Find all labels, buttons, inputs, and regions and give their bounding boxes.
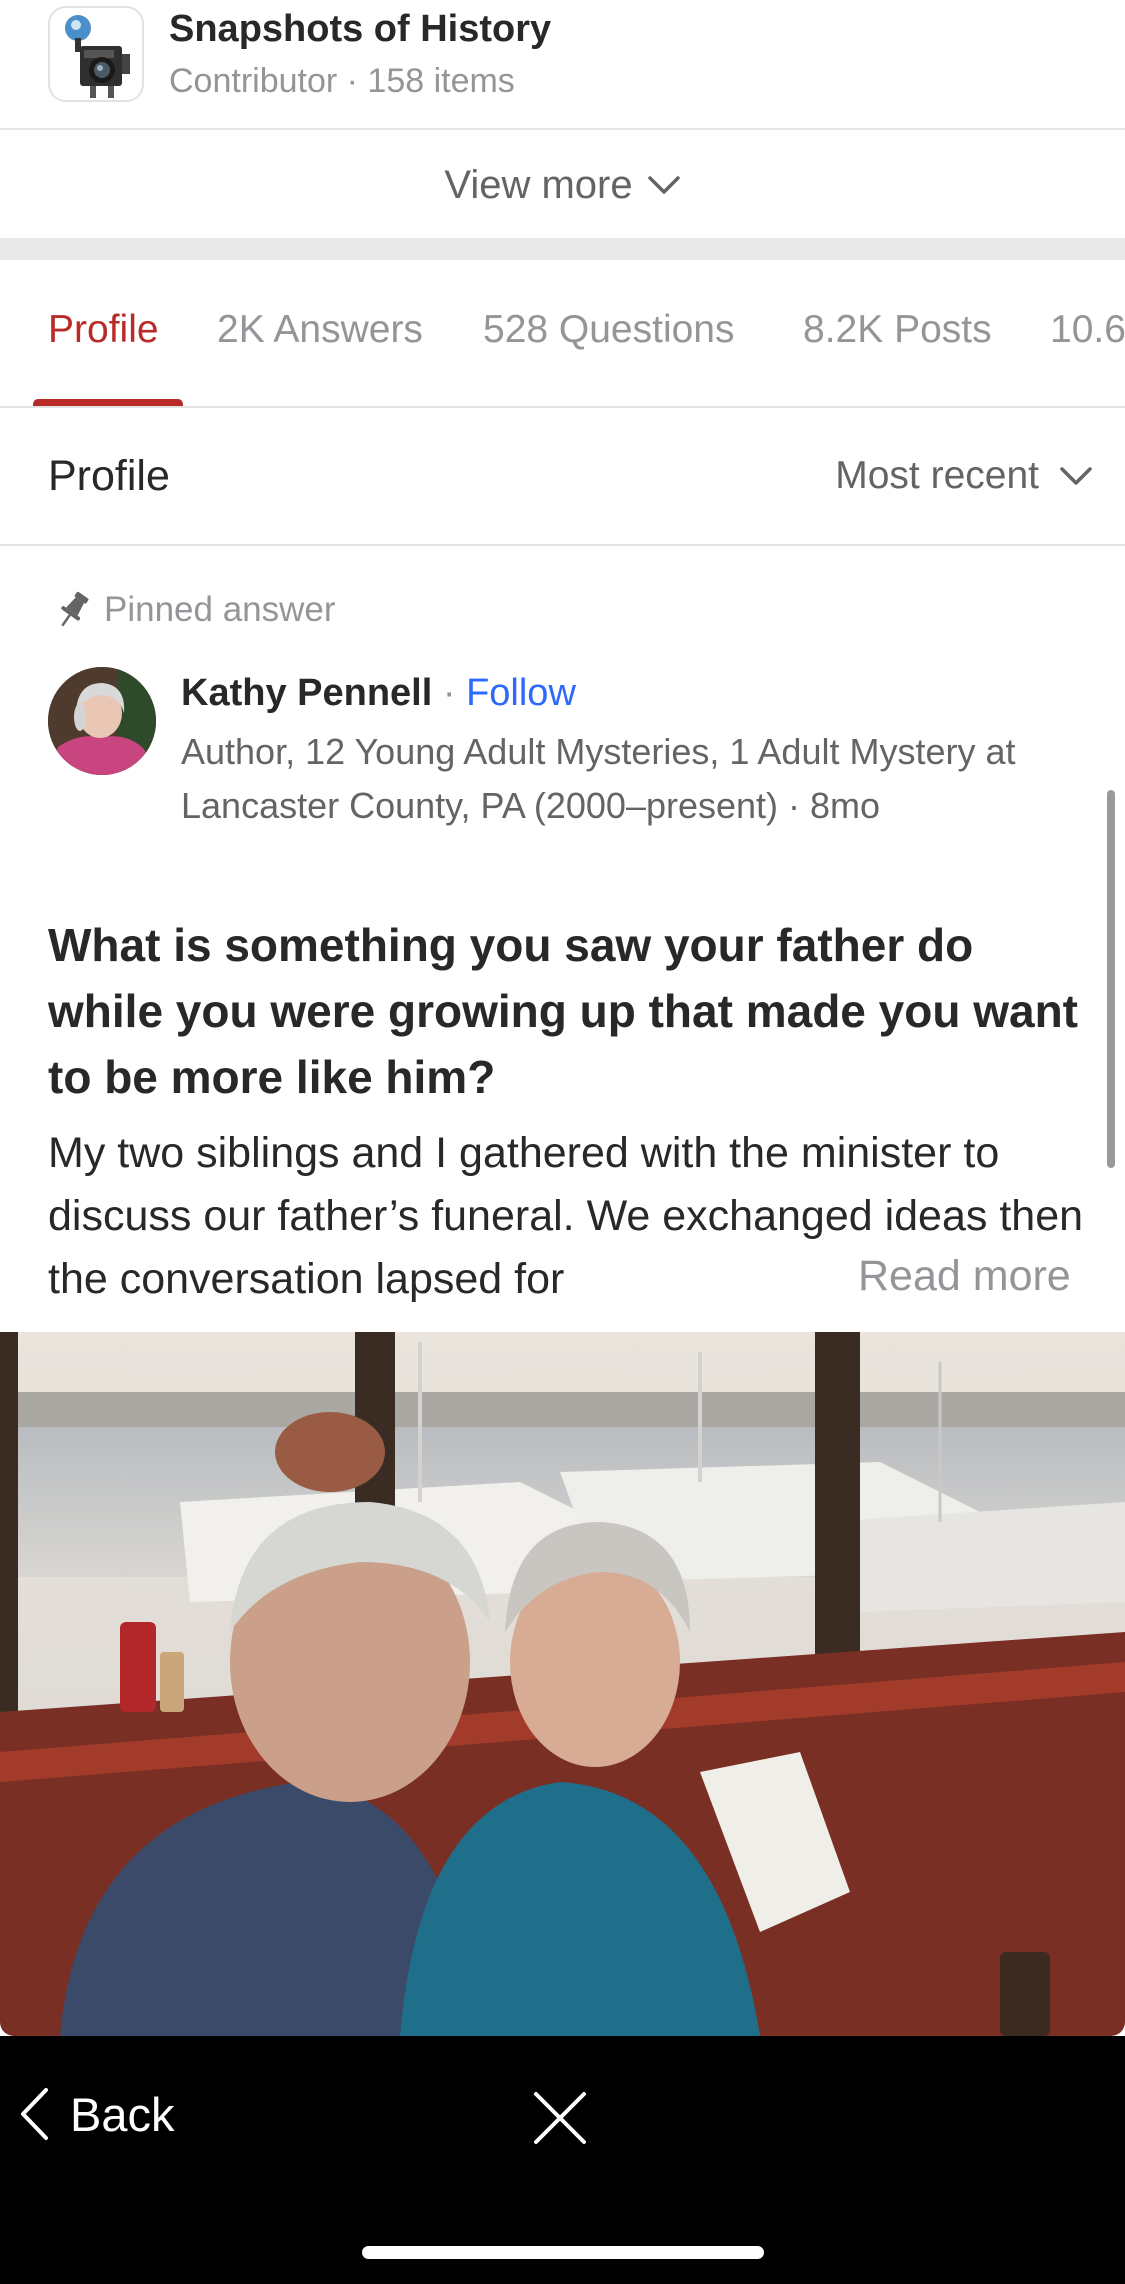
profile-section-header: Profile Most recent	[0, 408, 1125, 546]
scrollbar[interactable]	[1107, 790, 1115, 1168]
vintage-camera-icon	[48, 6, 144, 102]
tab-answers[interactable]: 2K Answers	[217, 308, 423, 352]
sort-dropdown[interactable]: Most recent	[835, 454, 1093, 498]
back-label: Back	[70, 2087, 175, 2141]
section-divider	[0, 238, 1125, 260]
pinned-text: Pinned answer	[104, 590, 336, 629]
chevron-left-icon	[21, 2088, 48, 2140]
author-line: Kathy Pennell · Follow	[181, 672, 576, 715]
chevron-down-icon	[1060, 467, 1092, 485]
question-title[interactable]: What is something you saw your father do…	[48, 912, 1088, 1110]
sort-label: Most recent	[835, 454, 1039, 497]
author-name[interactable]: Kathy Pennell	[181, 672, 432, 714]
pin-icon	[61, 591, 89, 627]
read-more-link[interactable]: Read more	[856, 1252, 1071, 1301]
profile-tabs: Profile 2K Answers 528 Questions 8.2K Po…	[0, 260, 1125, 408]
excerpt-fade	[745, 1250, 855, 1314]
answer-photo[interactable]	[0, 1332, 1125, 2036]
avatar[interactable]	[48, 667, 156, 775]
separator-dot: ·	[432, 672, 467, 714]
home-indicator[interactable]	[362, 2246, 764, 2259]
view-more-label: View more	[444, 162, 633, 207]
tab-posts[interactable]: 8.2K Posts	[803, 308, 992, 352]
space-title[interactable]: Snapshots of History	[169, 8, 551, 51]
chevron-down-icon	[647, 176, 680, 194]
close-button[interactable]	[532, 2090, 588, 2146]
section-title: Profile	[48, 452, 170, 500]
space-subtitle: Contributor · 158 items	[169, 62, 515, 100]
space-header[interactable]: Snapshots of History Contributor · 158 i…	[0, 0, 1125, 130]
bottom-toolbar: Back	[0, 2036, 1125, 2284]
back-button[interactable]: Back	[18, 2086, 175, 2142]
close-icon	[534, 2092, 586, 2144]
author-credential[interactable]: Author, 12 Young Adult Mysteries, 1 Adul…	[181, 725, 1091, 833]
pinned-label: Pinned answer	[56, 590, 336, 630]
tab-followers[interactable]: 10.6	[1050, 308, 1125, 352]
active-tab-indicator	[33, 399, 183, 406]
tab-questions[interactable]: 528 Questions	[483, 308, 735, 352]
tab-profile[interactable]: Profile	[48, 308, 159, 352]
follow-button[interactable]: Follow	[466, 672, 576, 714]
view-more-button[interactable]: View more	[0, 132, 1125, 238]
